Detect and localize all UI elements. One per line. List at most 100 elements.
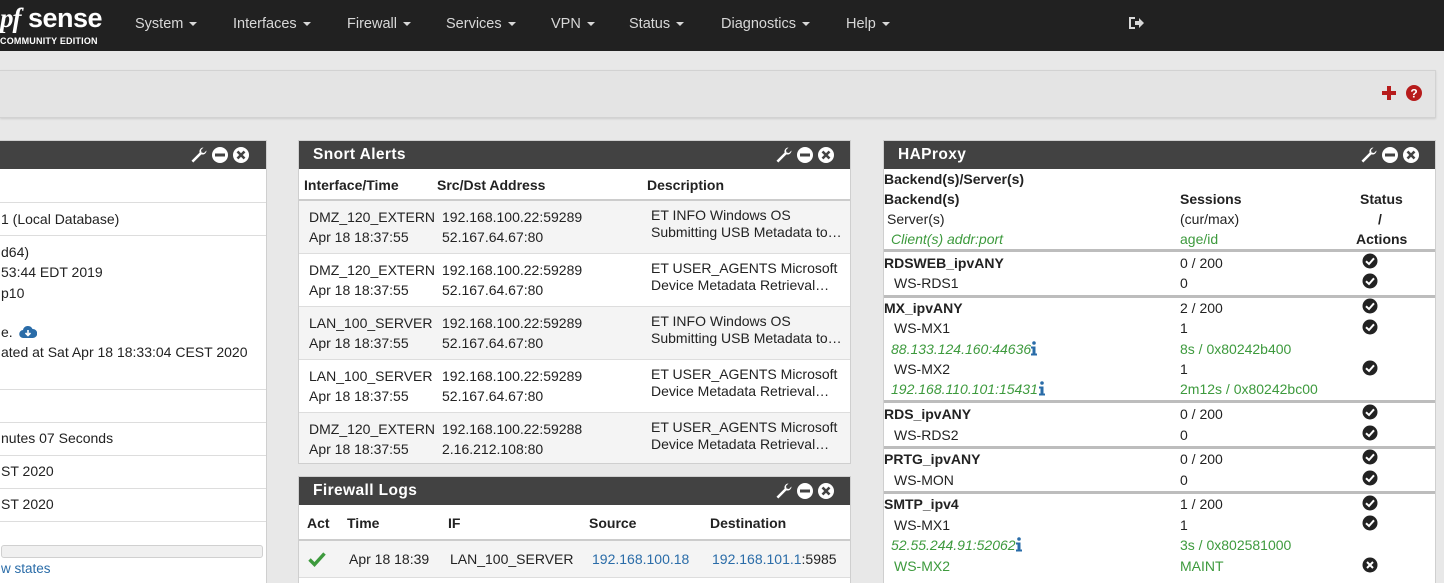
backend-sessions: 0 / 200 <box>1180 255 1223 271</box>
caret-down-icon <box>189 22 198 27</box>
close-icon[interactable] <box>817 482 835 500</box>
column-header: Interface/Time <box>304 177 399 193</box>
close-icon[interactable] <box>232 146 250 164</box>
alert-description: ET INFO Windows OS <box>651 313 791 329</box>
minimize-icon[interactable] <box>1381 146 1399 164</box>
logo-sense: sense <box>28 3 103 33</box>
log-source-link[interactable]: 192.168.100.18 <box>592 551 689 567</box>
menu-help[interactable]: Help <box>846 16 890 32</box>
add-widget-plus-icon[interactable] <box>1380 84 1398 102</box>
server-sessions: 1 <box>1180 320 1188 336</box>
alert-dst: 2.16.212.108:80 <box>442 441 544 457</box>
backend-name: RDSWEB_ipvANY <box>884 255 1004 271</box>
wrench-icon[interactable] <box>190 146 208 164</box>
show-states-link[interactable]: w states <box>1 561 51 576</box>
log-time: Apr 18 18:39 <box>349 551 430 567</box>
build-date-value: 53:44 EDT 2019 <box>1 264 103 280</box>
status-ok-icon <box>1362 360 1378 376</box>
alert-description: ET INFO Windows OS <box>651 207 791 223</box>
column-header: IF <box>448 515 461 531</box>
alert-dst: 52.167.64.67:80 <box>442 335 544 351</box>
caret-down-icon <box>302 22 311 27</box>
log-interface: LAN_100_SERVER <box>450 551 574 567</box>
menu-diagnostics[interactable]: Diagnostics <box>721 16 810 32</box>
minimize-icon[interactable] <box>796 146 814 164</box>
log-destination-link[interactable]: 192.168.101.1 <box>712 551 802 567</box>
caret-down-icon <box>586 22 595 27</box>
alert-description: ET USER_AGENTS Microsoft <box>651 419 838 435</box>
pfsense-logo[interactable]: pf sense COMMUNITY EDITION <box>0 3 110 48</box>
user-info-value: 1 (Local Database) <box>1 211 120 227</box>
server-name: WS-MX1 <box>894 517 950 533</box>
close-icon[interactable] <box>1402 146 1420 164</box>
logout-icon[interactable] <box>1127 14 1145 32</box>
alert-interface: LAN_100_SERVER <box>309 315 433 331</box>
info-icon[interactable] <box>1030 341 1038 356</box>
column-header: Backend(s) <box>884 191 960 207</box>
column-header: Time <box>347 515 380 531</box>
server-name: WS-MON <box>894 472 954 488</box>
top-navbar: pf sense COMMUNITY EDITION System Interf… <box>0 0 1444 51</box>
menu-services[interactable]: Services <box>446 16 516 32</box>
column-header: age/id <box>1180 231 1219 247</box>
panel-title: Firewall Logs <box>313 482 418 499</box>
alert-description: Device Metadata Retrieval… <box>651 277 830 293</box>
alert-time: Apr 18 18:37:55 <box>309 388 409 404</box>
column-header: Actions <box>1356 231 1408 247</box>
menu-interfaces[interactable]: Interfaces <box>233 16 311 32</box>
column-header: Server(s) <box>887 211 945 227</box>
platform-value: d64) <box>1 244 30 260</box>
backend-sessions: 0 / 200 <box>1180 451 1223 467</box>
update-status: e. <box>1 324 37 340</box>
help-icon[interactable]: ? <box>1405 84 1423 102</box>
client-age-id: 8s / 0x80242b400 <box>1180 341 1292 357</box>
caret-down-icon <box>676 22 685 27</box>
status-ok-icon <box>1362 515 1378 531</box>
server-sessions: 1 <box>1180 361 1188 377</box>
column-header: Client(s) addr:port <box>891 231 1004 247</box>
alert-dst: 52.167.64.67:80 <box>442 388 544 404</box>
menu-vpn[interactable]: VPN <box>551 16 595 32</box>
minimize-icon[interactable] <box>211 146 229 164</box>
alert-description: Device Metadata Retrieval… <box>651 436 830 452</box>
alert-description: Device Metadata Retrieval… <box>651 383 830 399</box>
column-header: Act <box>307 515 330 531</box>
alert-interface: DMZ_120_EXTERN <box>309 209 436 225</box>
minimize-icon[interactable] <box>796 482 814 500</box>
alert-src: 192.168.100.22:59289 <box>442 315 583 331</box>
wrench-icon[interactable] <box>1360 146 1378 164</box>
backend-server-label: Backend(s)/Server(s) <box>884 171 1025 187</box>
version-patch-value: p10 <box>1 285 25 301</box>
server-name: WS-RDS1 <box>894 275 959 291</box>
status-ok-icon <box>1362 495 1378 511</box>
state-table-progress-bar <box>1 545 263 558</box>
backend-sessions: 2 / 200 <box>1180 300 1223 316</box>
alert-description: Submitting USB Metadata to… <box>651 224 842 240</box>
column-header: Src/Dst Address <box>437 177 546 193</box>
info-icon[interactable] <box>1015 537 1023 552</box>
status-ok-icon <box>1362 404 1378 420</box>
server-name: WS-MX2 <box>894 558 950 574</box>
info-icon[interactable] <box>1038 381 1046 396</box>
cloud-download-icon[interactable] <box>18 325 37 339</box>
menu-system[interactable]: System <box>135 16 198 32</box>
server-sessions: 0 <box>1180 427 1188 443</box>
column-header: Sessions <box>1180 191 1242 207</box>
menu-status[interactable]: Status <box>629 16 685 32</box>
server-name: WS-MX2 <box>894 361 950 377</box>
backend-sessions: 1 / 200 <box>1180 496 1223 512</box>
wrench-icon[interactable] <box>775 482 793 500</box>
pass-check-icon <box>308 552 326 567</box>
alert-description: ET USER_AGENTS Microsoft <box>651 260 838 276</box>
alert-time: Apr 18 18:37:55 <box>309 441 409 457</box>
wrench-icon[interactable] <box>775 146 793 164</box>
snort-alerts-widget: Snort Alerts Interface/Time Src/Dst Addr… <box>298 140 851 464</box>
close-icon[interactable] <box>817 146 835 164</box>
alert-time: Apr 18 18:37:55 <box>309 229 409 245</box>
log-destination-port: :5985 <box>801 551 837 567</box>
caret-down-icon <box>801 22 810 27</box>
server-name: WS-RDS2 <box>894 427 959 443</box>
menu-firewall[interactable]: Firewall <box>347 16 411 32</box>
server-sessions: MAINT <box>1180 558 1224 574</box>
caret-down-icon <box>402 22 411 27</box>
